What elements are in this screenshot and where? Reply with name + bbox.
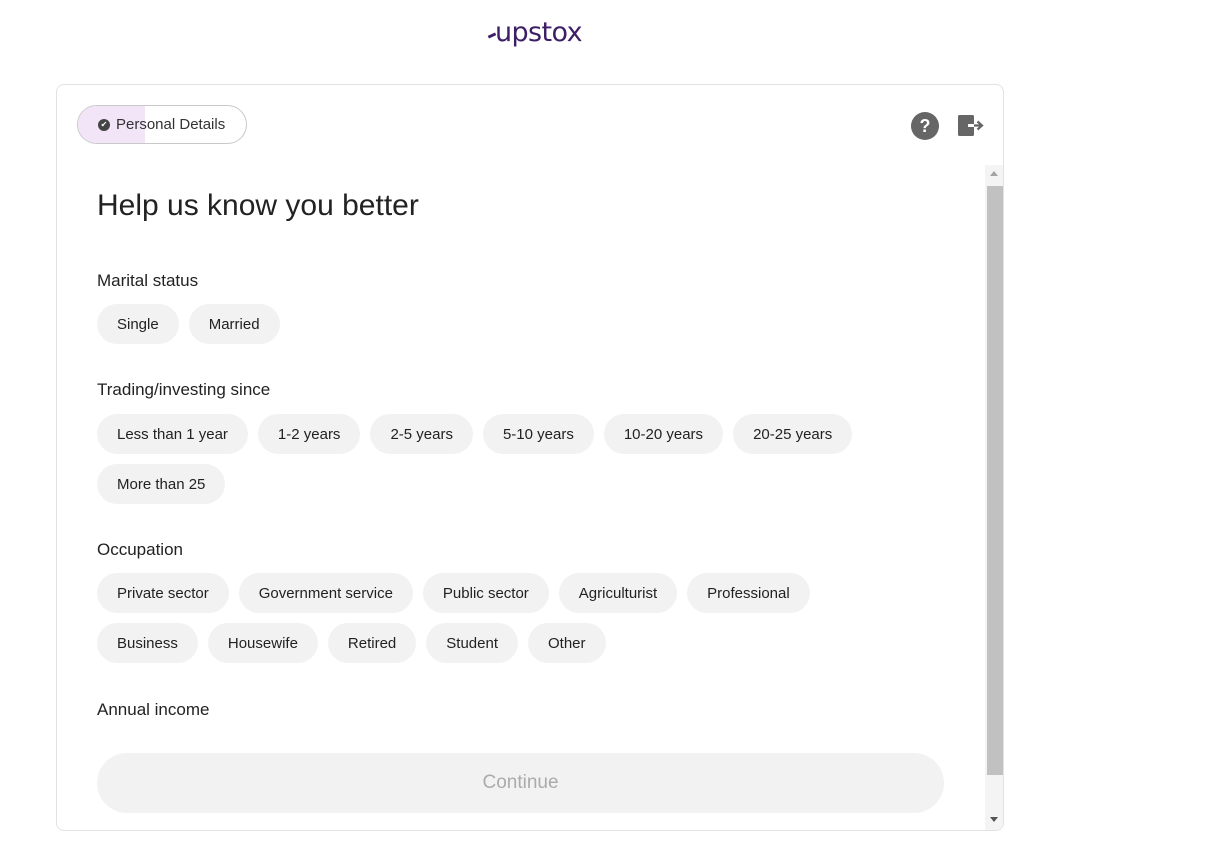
occupation-options-row1: Private sector Government service Public… — [97, 573, 810, 613]
form-scroll-area: Help us know you better Marital status S… — [57, 165, 985, 830]
chip-more-than-25[interactable]: More than 25 — [97, 464, 226, 504]
help-symbol: ? — [919, 115, 931, 136]
trading-since-options-row2: More than 25 — [97, 464, 226, 504]
step-indicator: ✔ Personal Details — [77, 105, 247, 144]
chip-agriculturist[interactable]: Agriculturist — [558, 573, 678, 613]
chip-less-than-1-year[interactable]: Less than 1 year — [97, 414, 248, 454]
chip-other[interactable]: Other — [528, 623, 606, 663]
annual-income-label: Annual income — [97, 700, 210, 719]
chip-20-25-years[interactable]: 20-25 years — [733, 414, 853, 454]
chip-5-10-years[interactable]: 5-10 years — [482, 414, 594, 454]
upstox-logo: upstox — [487, 14, 588, 50]
chip-retired[interactable]: Retired — [327, 623, 417, 663]
marital-status-label: Marital status — [97, 271, 199, 290]
chip-housewife[interactable]: Housewife — [207, 623, 318, 663]
scrollbar[interactable] — [985, 165, 1003, 830]
scrollbar-thumb[interactable] — [987, 186, 1003, 775]
trading-since-label: Trading/investing since — [97, 380, 271, 399]
page-title: Help us know you better — [97, 189, 419, 222]
chip-single[interactable]: Single — [97, 304, 179, 344]
check-circle-icon: ✔ — [98, 118, 110, 131]
occupation-options-row2: Business Housewife Retired Student Other — [97, 623, 606, 663]
continue-button[interactable]: Continue — [97, 753, 944, 813]
scroll-down-arrow-icon[interactable] — [990, 817, 998, 822]
chip-2-5-years[interactable]: 2-5 years — [370, 414, 473, 454]
trading-since-options-row1: Less than 1 year 1-2 years 2-5 years 5-1… — [97, 414, 853, 454]
chip-1-2-years[interactable]: 1-2 years — [257, 414, 361, 454]
step-label: Personal Details — [116, 116, 226, 133]
chip-public-sector[interactable]: Public sector — [422, 573, 549, 613]
help-icon[interactable]: ? — [911, 112, 939, 140]
chip-student[interactable]: Student — [426, 623, 518, 663]
occupation-label: Occupation — [97, 540, 183, 559]
chip-professional[interactable]: Professional — [687, 573, 810, 613]
scroll-up-arrow-icon[interactable] — [990, 171, 998, 176]
chip-10-20-years[interactable]: 10-20 years — [603, 414, 724, 454]
chip-private-sector[interactable]: Private sector — [97, 573, 229, 613]
marital-status-options: Single Married — [97, 304, 280, 344]
chip-government-service[interactable]: Government service — [238, 573, 413, 613]
chip-business[interactable]: Business — [97, 623, 198, 663]
onboarding-card: ✔ Personal Details ? Help us know you be… — [56, 84, 1004, 831]
chip-married[interactable]: Married — [188, 304, 280, 344]
logo-text: upstox — [495, 16, 583, 48]
logout-icon[interactable] — [957, 113, 985, 139]
